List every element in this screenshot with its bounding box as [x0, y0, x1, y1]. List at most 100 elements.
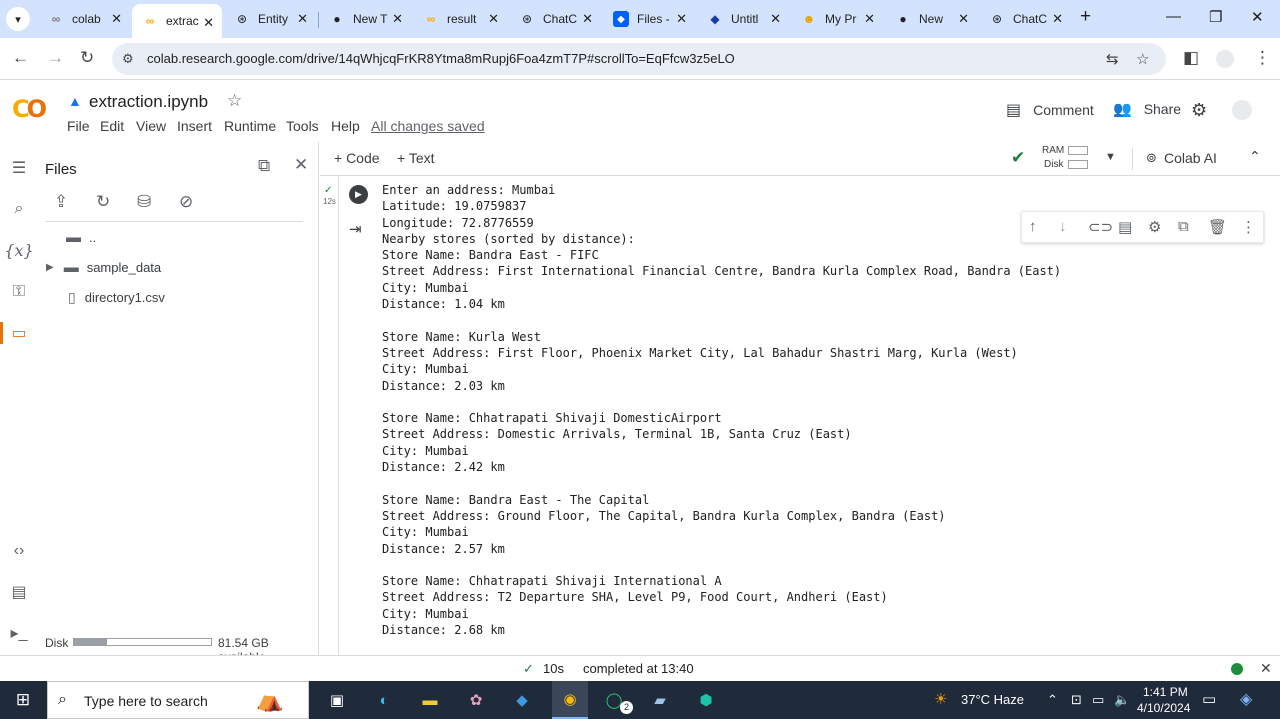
tab-extraction[interactable]: ∞ extrac ✕ — [132, 4, 222, 38]
close-tab-icon[interactable]: ✕ — [864, 11, 875, 27]
tree-item-directory1-csv[interactable]: ▯ directory1.csv — [38, 284, 318, 310]
weather-text[interactable]: 37°C Haze — [961, 692, 1024, 707]
close-tab-icon[interactable]: ✕ — [676, 11, 687, 27]
profile-avatar[interactable] — [1216, 50, 1234, 68]
windows-start-icon[interactable]: ⊞ — [10, 687, 36, 713]
clock-date[interactable]: 4/10/2024 — [1137, 701, 1190, 715]
clock-time[interactable]: 1:41 PM — [1143, 685, 1188, 699]
copilot-icon[interactable]: ◈ — [1240, 689, 1252, 709]
close-tab-icon[interactable]: ✕ — [203, 15, 214, 31]
file-explorer-icon[interactable]: ▬ — [417, 687, 443, 713]
reload-icon[interactable]: ↻ — [80, 48, 94, 68]
add-text-cell-button[interactable]: + Text — [397, 150, 435, 166]
menu-insert[interactable]: Insert — [177, 118, 212, 134]
ram-meter[interactable] — [1068, 146, 1088, 155]
refresh-icon[interactable]: ↻ — [96, 192, 110, 212]
tree-item-parent[interactable]: ▬ .. — [38, 224, 318, 250]
comment-cell-icon[interactable]: ▤ — [1118, 218, 1132, 236]
delete-icon[interactable]: 🗑 — [1208, 218, 1227, 236]
move-up-icon[interactable]: ↑ — [1029, 218, 1037, 235]
tab-my-profile[interactable]: ☻ My Pr ✕ — [791, 0, 883, 38]
files-folder-icon[interactable]: ▭ — [8, 322, 30, 344]
tab-new-1[interactable]: ● New T ✕ — [319, 0, 411, 38]
output-actions-icon[interactable]: ⇥ — [349, 220, 362, 238]
menu-edit[interactable]: Edit — [100, 118, 124, 134]
vscode-icon[interactable]: ◆ — [509, 687, 535, 713]
more-options-icon[interactable]: ⋮ — [1241, 218, 1256, 236]
menu-file[interactable]: File — [67, 118, 90, 134]
code-cell[interactable]: ✓ 12s ▶ ⇥ Enter an address: Mumbai Latitu… — [320, 176, 1266, 655]
link-icon[interactable]: ⊂⊃ — [1088, 218, 1113, 236]
new-tab-button[interactable]: + — [1080, 6, 1091, 28]
run-cell-button[interactable]: ▶ — [349, 185, 368, 204]
app-icon[interactable]: ⬢ — [693, 687, 719, 713]
upload-file-icon[interactable]: ⇪ — [54, 192, 68, 212]
cell-settings-icon[interactable]: ⚙ — [1148, 218, 1161, 236]
status-completed[interactable]: completed at 13:40 — [583, 661, 694, 676]
site-info-icon[interactable]: ⚙ — [122, 51, 134, 67]
close-tab-icon[interactable]: ✕ — [111, 11, 122, 27]
disk-meter[interactable] — [1068, 160, 1088, 169]
notebook-title[interactable]: extraction.ipynb — [89, 92, 208, 112]
battery-icon[interactable]: ▭ — [1092, 692, 1104, 708]
mirror-cell-icon[interactable]: ⧉ — [1178, 218, 1189, 235]
colab-logo[interactable]: CO — [12, 95, 47, 123]
close-panel-icon[interactable]: ✕ — [294, 155, 308, 175]
close-tab-icon[interactable]: ✕ — [297, 11, 308, 27]
expand-arrow-icon[interactable]: ▶ — [46, 262, 54, 273]
table-of-contents-icon[interactable]: ☰ — [8, 157, 30, 179]
close-tab-icon[interactable]: ✕ — [392, 11, 403, 27]
move-down-icon[interactable]: ↓ — [1059, 218, 1067, 235]
close-status-icon[interactable]: ✕ — [1260, 660, 1272, 677]
save-status[interactable]: All changes saved — [371, 118, 485, 134]
taskbar-search[interactable]: ⌕ Type here to search ⛺ — [47, 681, 309, 719]
mount-drive-icon[interactable]: ⛁ — [137, 192, 151, 212]
menu-help[interactable]: Help — [331, 118, 360, 134]
collapse-header-icon[interactable]: ⌃ — [1249, 148, 1261, 165]
bookmark-star-icon[interactable]: ☆ — [1136, 50, 1149, 68]
tab-new-2[interactable]: ● New ✕ — [885, 0, 977, 38]
close-tab-icon[interactable]: ✕ — [1052, 11, 1063, 27]
forward-arrow-icon[interactable]: → — [47, 48, 64, 68]
runtime-dropdown-icon[interactable]: ▼ — [1105, 151, 1116, 163]
edge-icon[interactable]: ◐ — [371, 687, 397, 713]
close-tab-icon[interactable]: ✕ — [582, 11, 593, 27]
notifications-icon[interactable]: ▭ — [1202, 690, 1216, 708]
close-window-icon[interactable]: ✕ — [1251, 8, 1264, 26]
comment-button[interactable]: ▤ Comment — [1006, 100, 1094, 120]
chrome-icon[interactable]: ◉ — [552, 681, 588, 719]
tab-search-button[interactable]: ▾ — [6, 7, 30, 31]
url-bar[interactable]: ⚙ colab.research.google.com/drive/14qWhj… — [112, 43, 1166, 75]
account-avatar[interactable] — [1232, 100, 1252, 120]
tab-colab[interactable]: ∞ colab ✕ — [38, 0, 130, 38]
tab-result[interactable]: ∞ result ✕ — [413, 0, 507, 38]
volume-icon[interactable]: 🔈 — [1114, 692, 1130, 708]
code-snippets-icon[interactable]: ‹› — [8, 540, 30, 562]
colab-ai-button[interactable]: Colab AI — [1164, 150, 1217, 166]
menu-tools[interactable]: Tools — [286, 118, 319, 134]
browser-menu-icon[interactable]: ⋮ — [1254, 48, 1271, 68]
tab-untitled[interactable]: ◆ Untitl ✕ — [697, 0, 789, 38]
variables-icon[interactable]: {x} — [4, 239, 33, 261]
translate-icon[interactable]: ⇆ — [1106, 50, 1119, 68]
tab-chatgpt-1[interactable]: ⊛ ChatC ✕ — [509, 0, 601, 38]
secrets-key-icon[interactable]: ⚿ — [8, 281, 30, 303]
show-hidden-icons[interactable]: ⌃ — [1047, 692, 1058, 708]
paint-icon[interactable]: ✿ — [463, 687, 489, 713]
back-arrow-icon[interactable]: ← — [12, 48, 29, 68]
notepad-icon[interactable]: ▰ — [647, 687, 673, 713]
tab-files[interactable]: ◆ Files - ✕ — [603, 0, 695, 38]
menu-view[interactable]: View — [136, 118, 166, 134]
add-code-cell-button[interactable]: + Code — [334, 150, 380, 166]
side-panel-icon[interactable]: ◧ — [1183, 48, 1199, 68]
star-icon[interactable]: ☆ — [227, 91, 242, 111]
tab-entity[interactable]: ⊛ Entity ✕ — [224, 0, 316, 38]
restore-icon[interactable]: ❐ — [1209, 8, 1222, 26]
close-tab-icon[interactable]: ✕ — [958, 11, 969, 27]
settings-gear-icon[interactable]: ⚙ — [1191, 100, 1207, 121]
minimize-icon[interactable]: — — [1166, 8, 1181, 25]
task-view-icon[interactable]: ▣ — [324, 687, 350, 713]
tab-chatgpt-2[interactable]: ⊛ ChatC ✕ — [979, 0, 1071, 38]
close-tab-icon[interactable]: ✕ — [488, 11, 499, 27]
search-icon[interactable]: ⌕ — [8, 198, 30, 220]
